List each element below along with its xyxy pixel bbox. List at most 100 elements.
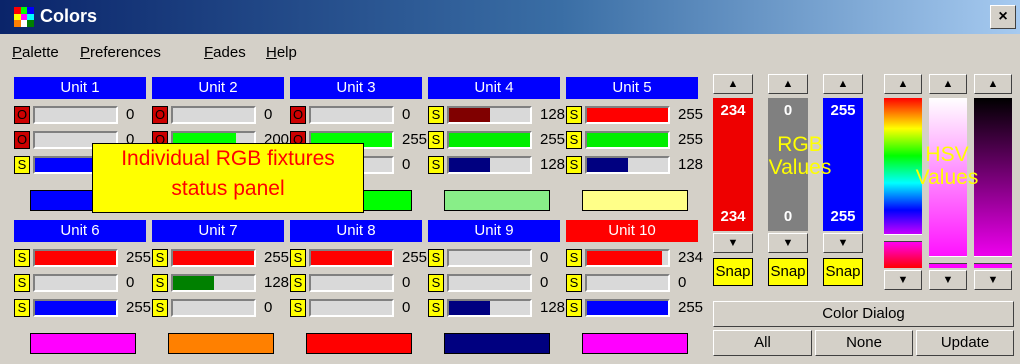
green-up-button[interactable]: ▲ [768, 74, 808, 94]
channel-level-bar[interactable] [171, 274, 256, 292]
channel-level-bar[interactable] [447, 249, 532, 267]
channel-level-bar[interactable] [309, 274, 394, 292]
unit-color-swatch[interactable] [306, 333, 412, 354]
channel-mode-button[interactable]: S [14, 156, 30, 174]
none-button[interactable]: None [815, 330, 913, 356]
unit-header-button[interactable]: Unit 10 [566, 220, 698, 242]
channel-mode-button[interactable]: S [428, 274, 444, 292]
channel-level-bar[interactable] [585, 299, 670, 317]
value-up-button[interactable]: ▲ [974, 74, 1012, 94]
channel-level-bar[interactable] [33, 299, 118, 317]
unit-header-button[interactable]: Unit 2 [152, 77, 284, 99]
close-button[interactable]: × [990, 5, 1016, 29]
channel-mode-button[interactable]: S [566, 249, 582, 267]
hue-down-button[interactable]: ▼ [884, 270, 922, 290]
channel-mode-button[interactable]: O [152, 106, 168, 124]
channel-level-bar[interactable] [33, 249, 118, 267]
all-button[interactable]: All [713, 330, 812, 356]
channel-level-bar[interactable] [585, 106, 670, 124]
snap-green-button[interactable]: Snap [768, 258, 808, 286]
channel-mode-button[interactable]: S [290, 249, 306, 267]
channel-level-bar[interactable] [309, 299, 394, 317]
channel-mode-button[interactable]: S [566, 299, 582, 317]
blue-value-bottom: 255 [830, 208, 856, 225]
blue-up-button[interactable]: ▲ [823, 74, 863, 94]
unit-color-swatch[interactable] [444, 190, 550, 211]
unit-header-button[interactable]: Unit 9 [428, 220, 560, 242]
channel-mode-button[interactable]: S [566, 106, 582, 124]
channel-mode-button[interactable]: O [14, 106, 30, 124]
red-down-button[interactable]: ▼ [713, 233, 753, 253]
channel-level-bar[interactable] [585, 249, 670, 267]
channel-mode-button[interactable]: S [428, 106, 444, 124]
channel-mode-button[interactable]: S [152, 249, 168, 267]
channel-mode-button[interactable]: S [428, 299, 444, 317]
unit-header-button[interactable]: Unit 4 [428, 77, 560, 99]
channel-mode-button[interactable]: S [428, 156, 444, 174]
channel-level-bar[interactable] [447, 299, 532, 317]
channel-mode-button[interactable]: S [14, 274, 30, 292]
unit-header-button[interactable]: Unit 7 [152, 220, 284, 242]
unit-header-button[interactable]: Unit 3 [290, 77, 422, 99]
red-value-slider[interactable]: 234 234 [713, 98, 753, 231]
channel-mode-button[interactable]: S [566, 156, 582, 174]
hue-up-button[interactable]: ▲ [884, 74, 922, 94]
unit-color-swatch[interactable] [168, 333, 274, 354]
unit-color-swatch[interactable] [444, 333, 550, 354]
channel-level-bar[interactable] [33, 106, 118, 124]
unit-header-button[interactable]: Unit 6 [14, 220, 146, 242]
color-dialog-button[interactable]: Color Dialog [713, 301, 1014, 327]
value-down-button[interactable]: ▼ [974, 270, 1012, 290]
channel-mode-button[interactable]: S [428, 249, 444, 267]
channel-mode-button[interactable]: S [14, 299, 30, 317]
update-button[interactable]: Update [916, 330, 1014, 356]
saturation-thumb[interactable] [929, 256, 967, 264]
channel-level-bar[interactable] [447, 274, 532, 292]
unit-header-button[interactable]: Unit 1 [14, 77, 146, 99]
channel-mode-button[interactable]: S [14, 249, 30, 267]
channel-mode-button[interactable]: S [290, 299, 306, 317]
unit-color-swatch[interactable] [582, 190, 688, 211]
channel-level-fill [587, 133, 668, 147]
channel-mode-button[interactable]: S [290, 274, 306, 292]
channel-level-bar[interactable] [585, 156, 670, 174]
channel-mode-button[interactable]: S [566, 274, 582, 292]
channel-mode-button[interactable]: O [290, 106, 306, 124]
menu-preferences[interactable]: Preferences [80, 44, 161, 61]
unit-color-swatch[interactable] [30, 333, 136, 354]
channel-level-bar[interactable] [171, 299, 256, 317]
channel-level-bar[interactable] [171, 249, 256, 267]
channel-level-bar[interactable] [447, 131, 532, 149]
unit-color-swatch[interactable] [582, 333, 688, 354]
channel-level-bar[interactable] [447, 156, 532, 174]
channel-level-bar[interactable] [309, 106, 394, 124]
channel-level-bar[interactable] [33, 274, 118, 292]
red-up-button[interactable]: ▲ [713, 74, 753, 94]
saturation-up-button[interactable]: ▲ [929, 74, 967, 94]
channel-mode-button[interactable]: S [428, 131, 444, 149]
snap-red-button[interactable]: Snap [713, 258, 753, 286]
unit-panel: Unit 10 S 234 S 0 S 255 [564, 218, 703, 356]
channel-level-bar[interactable] [171, 106, 256, 124]
channel-mode-button[interactable]: S [566, 131, 582, 149]
channel-row: S 128 [428, 155, 565, 177]
green-down-button[interactable]: ▼ [768, 233, 808, 253]
channel-level-bar[interactable] [447, 106, 532, 124]
unit-header-button[interactable]: Unit 8 [290, 220, 422, 242]
channel-level-fill [587, 108, 668, 122]
menu-help[interactable]: Help [266, 44, 297, 61]
menu-fades[interactable]: Fades [204, 44, 246, 61]
channel-mode-button[interactable]: S [152, 299, 168, 317]
channel-mode-button[interactable]: S [152, 274, 168, 292]
channel-level-bar[interactable] [309, 249, 394, 267]
value-thumb[interactable] [974, 256, 1012, 264]
hue-thumb[interactable] [884, 234, 922, 242]
snap-blue-button[interactable]: Snap [823, 258, 863, 286]
blue-down-button[interactable]: ▼ [823, 233, 863, 253]
channel-mode-button[interactable]: O [14, 131, 30, 149]
channel-level-bar[interactable] [585, 131, 670, 149]
saturation-down-button[interactable]: ▼ [929, 270, 967, 290]
menu-palette[interactable]: Palette [12, 44, 59, 61]
unit-header-button[interactable]: Unit 5 [566, 77, 698, 99]
channel-level-bar[interactable] [585, 274, 670, 292]
